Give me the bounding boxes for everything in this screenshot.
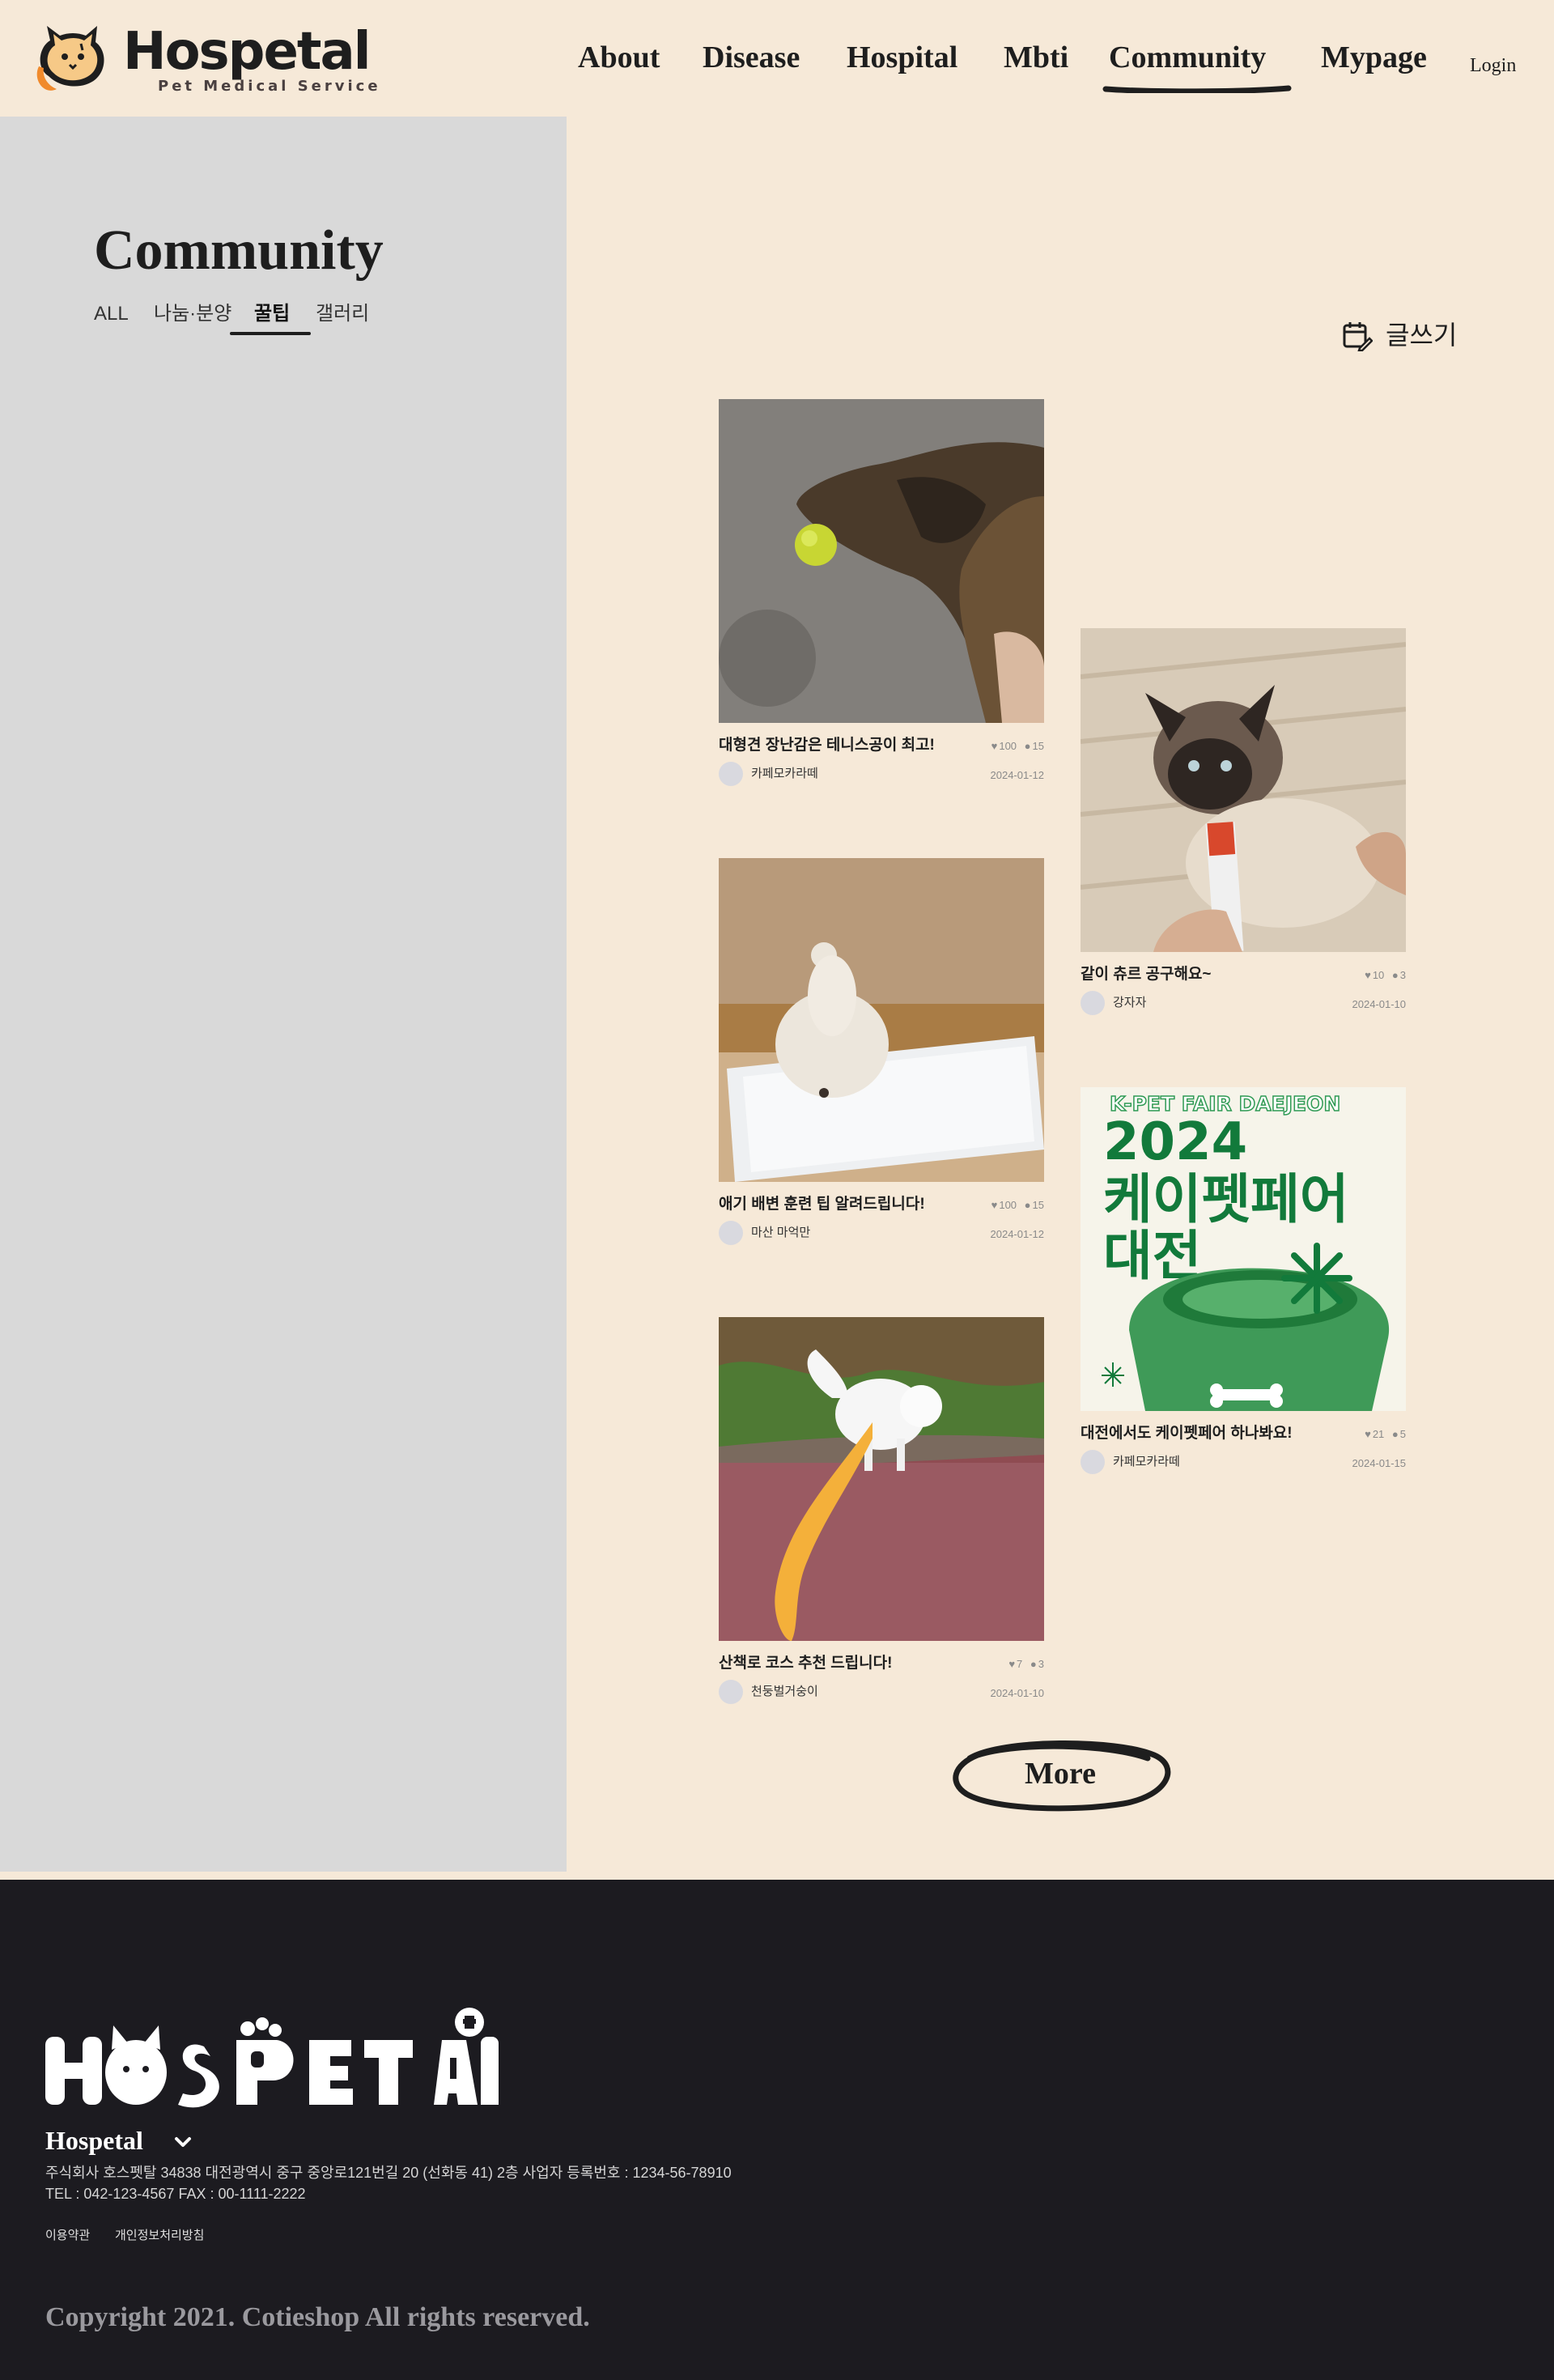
post-date: 2024-01-12 <box>990 769 1045 781</box>
heart-icon: ♥ <box>991 740 998 752</box>
category-tabs: ALL 나눔·분양 꿀팁 갤러리 <box>94 300 547 335</box>
like-count: 10 <box>1372 969 1385 981</box>
post-stats: ♥ 10 ● 3 <box>1360 968 1406 983</box>
heart-icon: ♥ <box>991 1199 998 1211</box>
post-author: 카페모카라떼 <box>751 767 818 780</box>
kpet-fair-poster: K-PET FAIR DAEJEON 2024 케이펫페어 대전 <box>1081 1087 1406 1411</box>
comment-icon: ● <box>1024 740 1031 752</box>
cat-eating-churu-image <box>1081 628 1406 952</box>
post-date: 2024-01-15 <box>1352 1457 1407 1469</box>
post-stats: ♥ 100 ● 15 <box>987 739 1044 754</box>
comment-count: 3 <box>1038 1658 1044 1670</box>
post-thumbnail[interactable]: K-PET FAIR DAEJEON 2024 케이펫페어 대전 <box>1081 1087 1406 1411</box>
post-card[interactable]: 애기 배변 훈련 팁 알려드립니다! ♥ 100 ● 15 마산 마억만 2024-… <box>719 858 1044 1250</box>
post-thumbnail[interactable] <box>719 399 1044 723</box>
post-card[interactable]: 산책로 코스 추천 드립니다! ♥ 7 ● 3 천둥벌거숭이 2024-01-10 <box>719 1317 1044 1709</box>
chevron-down-icon[interactable] <box>172 2131 194 2153</box>
post-title[interactable]: 대형견 장난감은 테니스공이 최고! <box>719 736 935 755</box>
puppy-on-pee-pad-image <box>719 858 1044 1182</box>
post-author: 천둥벌거숭이 <box>751 1685 818 1698</box>
nav-hospital[interactable]: Hospital <box>847 36 957 79</box>
nav-disease[interactable]: Disease <box>703 36 800 79</box>
load-more-label: More <box>1025 1757 1096 1791</box>
tab-all[interactable]: ALL <box>94 300 129 329</box>
footer-contact: TEL : 042-123-4567 FAX : 00-1111-2222 <box>45 2186 306 2202</box>
nav-mypage[interactable]: Mypage <box>1321 36 1427 79</box>
main-nav: About Disease Hospital Mbti Community My… <box>0 36 1554 84</box>
white-dog-on-walk-image <box>719 1317 1044 1641</box>
comment-icon: ● <box>1391 1428 1399 1440</box>
post-title[interactable]: 애기 배변 훈련 팁 알려드립니다! <box>719 1195 925 1214</box>
page-title: Community <box>94 219 384 282</box>
tab-tips[interactable]: 꿀팁 <box>254 300 290 329</box>
avatar <box>1081 991 1105 1015</box>
copyright: Copyright 2021. Cotieshop All rights res… <box>45 2302 590 2332</box>
comment-icon: ● <box>1024 1199 1031 1211</box>
calendar-edit-icon <box>1343 322 1373 351</box>
like-count: 7 <box>1017 1658 1023 1670</box>
privacy-policy-link[interactable]: 개인정보처리방침 <box>115 2228 204 2244</box>
comment-count: 15 <box>1032 740 1044 752</box>
avatar <box>1081 1450 1105 1474</box>
post-thumbnail[interactable] <box>1081 628 1406 952</box>
post-author: 카페모카라떼 <box>1113 1455 1180 1468</box>
comment-icon: ● <box>1030 1658 1037 1670</box>
comment-icon: ● <box>1391 969 1399 981</box>
write-post-label: 글쓰기 <box>1386 321 1458 350</box>
tab-gallery[interactable]: 갤러리 <box>316 300 369 329</box>
avatar <box>719 762 743 786</box>
like-count: 21 <box>1372 1428 1385 1440</box>
pet-bowl-illustration <box>1102 1243 1390 1411</box>
footer-company-name: Hospetal <box>45 2126 143 2155</box>
comment-count: 5 <box>1399 1428 1406 1440</box>
post-stats: ♥ 21 ● 5 <box>1360 1427 1406 1442</box>
heart-icon: ♥ <box>1365 969 1371 981</box>
post-title[interactable]: 대전에서도 케이펫페어 하나봐요! <box>1081 1424 1293 1443</box>
like-count: 100 <box>999 740 1017 752</box>
heart-icon: ♥ <box>1008 1658 1016 1670</box>
heart-icon: ♥ <box>1365 1428 1371 1440</box>
footer-address: 주식회사 호스펫탈 34838 대전광역시 중구 중앙로121번길 20 (선화… <box>45 2165 732 2181</box>
post-author: 마산 마억만 <box>751 1226 811 1239</box>
like-count: 100 <box>999 1199 1017 1211</box>
post-thumbnail[interactable] <box>719 858 1044 1182</box>
post-card[interactable]: 대형견 장난감은 테니스공이 최고! ♥ 100 ● 15 카페모카라떼 2024-… <box>719 399 1044 791</box>
community-sidebar: Community ALL 나눔·분양 꿀팁 갤러리 <box>0 117 567 1872</box>
write-post-button[interactable]: 글쓰기 <box>1342 317 1463 356</box>
post-thumbnail[interactable] <box>719 1317 1044 1641</box>
post-date: 2024-01-10 <box>990 1687 1045 1699</box>
post-card[interactable]: 같이 츄르 공구해요~ ♥ 10 ● 3 강자자 2024-01-10 <box>1081 628 1406 1020</box>
post-title[interactable]: 산책로 코스 추천 드립니다! <box>719 1654 892 1673</box>
avatar <box>719 1680 743 1704</box>
nav-about[interactable]: About <box>578 36 660 79</box>
nav-mbti[interactable]: Mbti <box>1004 36 1068 79</box>
comment-count: 3 <box>1399 969 1406 981</box>
login-link[interactable]: Login <box>1470 44 1516 87</box>
post-date: 2024-01-10 <box>1352 998 1407 1010</box>
tab-sharing[interactable]: 나눔·분양 <box>154 300 231 329</box>
terms-link[interactable]: 이용약관 <box>45 2228 90 2244</box>
load-more-button[interactable]: More <box>945 1734 1175 1813</box>
nav-community[interactable]: Community <box>1109 36 1266 79</box>
active-tab-underline <box>230 332 311 335</box>
post-date: 2024-01-12 <box>990 1228 1045 1240</box>
dog-with-tennis-ball-image <box>719 399 1044 723</box>
post-stats: ♥ 7 ● 3 <box>1004 1657 1044 1672</box>
post-card[interactable]: K-PET FAIR DAEJEON 2024 케이펫페어 대전 대전에서도 케… <box>1081 1087 1406 1479</box>
site-footer: Hospetal 주식회사 호스펫탈 34838 대전광역시 중구 중앙로121… <box>0 1880 1554 2380</box>
nav-active-underline <box>1102 85 1292 93</box>
post-title[interactable]: 같이 츄르 공구해요~ <box>1081 965 1212 984</box>
site-header: Hospetal Pet Medical Service About Disea… <box>0 0 1554 117</box>
comment-count: 15 <box>1032 1199 1044 1211</box>
post-stats: ♥ 100 ● 15 <box>987 1198 1044 1213</box>
avatar <box>719 1221 743 1245</box>
footer-logo-icon <box>45 2008 499 2108</box>
post-author: 강자자 <box>1113 996 1147 1009</box>
